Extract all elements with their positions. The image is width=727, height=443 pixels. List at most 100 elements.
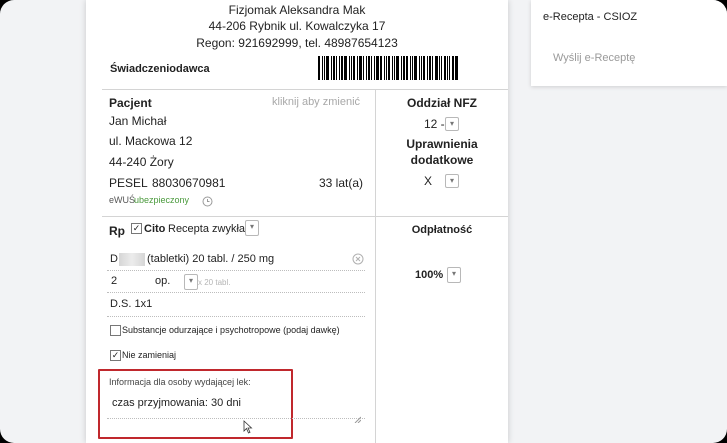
barcode-bar xyxy=(394,56,395,80)
barcode-bar xyxy=(366,56,367,80)
barcode-bar xyxy=(410,56,411,80)
pesel-value: 88030670981 xyxy=(152,176,226,190)
pharmacist-info-label: Informacja dla osoby wydającej lek: xyxy=(109,377,251,387)
prescription-type[interactable]: Recepta zwykła xyxy=(168,223,245,235)
barcode-bar xyxy=(333,56,335,80)
barcode-bar xyxy=(406,56,408,80)
barcode-bar xyxy=(368,56,370,80)
barcode-bar xyxy=(380,56,382,80)
clock-icon[interactable] xyxy=(202,194,213,207)
barcode-bar xyxy=(429,56,431,80)
separator xyxy=(107,316,365,317)
no-substitute-checkbox[interactable]: ✓ xyxy=(110,350,121,361)
barcode-bar xyxy=(339,56,340,80)
no-substitute-label: Nie zamieniaj xyxy=(122,350,177,360)
patient-name: Jan Michał xyxy=(109,114,167,128)
prescription-form: Fizjomak Aleksandra Mak 44-206 Rybnik ul… xyxy=(86,0,508,443)
chevron-down-icon: ▾ xyxy=(451,269,456,278)
barcode-bar xyxy=(341,56,343,80)
drug-name-prefix: D xyxy=(110,253,118,265)
payment-value: 100% xyxy=(415,269,444,281)
divider xyxy=(102,89,508,90)
barcode-bar xyxy=(401,56,402,80)
change-patient-link[interactable]: kliknij aby zmienić xyxy=(272,96,360,108)
barcode-bar xyxy=(344,56,347,80)
barcode-bar xyxy=(363,56,364,80)
app-window: Fizjomak Aleksandra Mak 44-206 Rybnik ul… xyxy=(0,0,727,443)
barcode-bar xyxy=(326,56,329,80)
package-hint: x 20 tabl. xyxy=(198,278,231,287)
provider-regon: Regon: 921692999, tel. 48987654123 xyxy=(196,36,398,50)
narcotics-checkbox[interactable] xyxy=(110,325,121,336)
chevron-down-icon: ▾ xyxy=(188,276,193,285)
barcode-bar xyxy=(349,56,350,80)
ewus-label: eWUŚ xyxy=(109,195,136,205)
barcode-bar xyxy=(331,56,332,80)
cito-checkbox[interactable]: ✓ xyxy=(131,223,142,234)
barcode-bar xyxy=(412,56,413,80)
nfz-select[interactable]: ▾ xyxy=(445,117,459,131)
barcode-bar xyxy=(444,56,446,80)
provider-name: Fizjomak Aleksandra Mak xyxy=(228,3,366,17)
separator xyxy=(107,292,365,293)
barcode-bar xyxy=(439,56,440,80)
patient-city: 44-240 Żory xyxy=(109,155,174,169)
barcode-bar xyxy=(374,56,375,80)
prescription-type-select[interactable]: ▾ xyxy=(245,220,259,236)
separator xyxy=(107,418,365,419)
barcode-bar xyxy=(441,56,442,80)
ewus-status: ubezpieczony xyxy=(134,195,190,205)
e-prescription-panel: e-Recepta - CSIOZ Wyślij e-Receptę xyxy=(531,0,727,86)
narcotics-label: Substancje odurzające i psychotropowe (p… xyxy=(122,325,340,335)
check-icon: ✓ xyxy=(111,350,120,360)
entitlements-value: X xyxy=(424,174,433,188)
barcode-bar xyxy=(435,56,438,80)
pesel-label: PESEL xyxy=(109,176,148,190)
barcode-bar xyxy=(371,56,372,80)
payment-select[interactable]: ▾ xyxy=(447,267,461,283)
cito-label: Cito xyxy=(144,223,166,235)
nfz-label: Oddział NFZ xyxy=(407,96,477,110)
quantity-input[interactable]: 2 xyxy=(111,275,117,287)
divider xyxy=(102,216,508,217)
barcode-bar xyxy=(324,56,325,80)
barcode xyxy=(318,56,459,80)
send-e-prescription-button[interactable]: Wyślij e-Receptę xyxy=(553,52,635,64)
barcode-bar xyxy=(423,56,425,80)
provider-label: Świadczeniodawca xyxy=(110,63,210,75)
barcode-bar xyxy=(432,56,433,80)
resize-handle-icon[interactable] xyxy=(354,410,362,424)
barcode-bar xyxy=(353,56,355,80)
barcode-bar xyxy=(403,56,405,80)
chevron-down-icon: ▾ xyxy=(449,119,454,128)
dosage-input[interactable]: D.S. 1x1 xyxy=(110,298,152,310)
separator xyxy=(107,270,365,271)
barcode-bar xyxy=(452,56,454,80)
rp-label: Rp xyxy=(109,224,125,238)
unit-select[interactable]: ▾ xyxy=(184,274,198,290)
barcode-bar xyxy=(396,56,399,80)
drug-details: (tabletki) 20 tabl. / 250 mg xyxy=(147,253,275,265)
barcode-bar xyxy=(447,56,448,80)
entitlements-label: Uprawnienia xyxy=(406,137,478,151)
patient-street: ul. Mackowa 12 xyxy=(109,134,193,148)
barcode-bar xyxy=(386,56,387,80)
barcode-bar xyxy=(455,56,458,80)
barcode-bar xyxy=(419,56,420,80)
barcode-bar xyxy=(376,56,379,80)
entitlements-label-2: dodatkowe xyxy=(410,153,474,167)
chevron-down-icon: ▾ xyxy=(249,222,254,231)
barcode-bar xyxy=(318,56,320,80)
patient-age: 33 lat(a) xyxy=(319,176,364,190)
pharmacist-info-input[interactable]: czas przyjmowania: 30 dni xyxy=(112,397,241,409)
patient-label: Pacjent xyxy=(109,96,152,110)
remove-drug-icon[interactable] xyxy=(352,252,364,265)
barcode-bar xyxy=(322,56,323,80)
barcode-bar xyxy=(449,56,450,80)
entitlements-select[interactable]: ▾ xyxy=(445,174,459,188)
barcode-bar xyxy=(427,56,428,80)
barcode-bar xyxy=(384,56,385,80)
barcode-bar xyxy=(388,56,390,80)
payment-label: Odpłatność xyxy=(411,224,473,236)
redacted-block xyxy=(119,253,145,266)
